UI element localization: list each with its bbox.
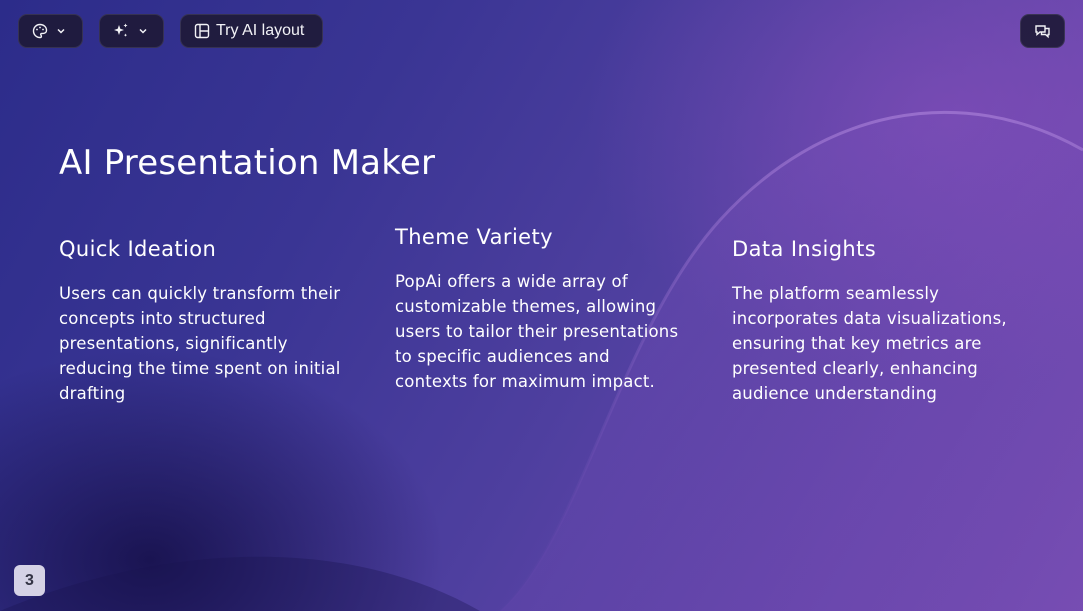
- chat-icon: [1034, 23, 1051, 39]
- ai-magic-button[interactable]: [99, 14, 164, 48]
- feature-heading: Theme Variety: [395, 225, 553, 249]
- try-ai-layout-button[interactable]: Try AI layout: [180, 14, 323, 48]
- comments-button[interactable]: [1020, 14, 1065, 48]
- layout-icon: [194, 23, 210, 39]
- feature-heading: Data Insights: [732, 237, 877, 261]
- try-ai-layout-label: Try AI layout: [216, 22, 305, 39]
- feature-heading: Quick Ideation: [59, 237, 217, 261]
- feature-column-quick-ideation: Quick Ideation Users can quickly transfo…: [59, 237, 359, 406]
- feature-body: The platform seamlessly incorporates dat…: [732, 284, 1007, 403]
- page-number-badge: 3: [14, 565, 45, 596]
- chevron-down-icon: [56, 26, 66, 36]
- feature-column-data-insights: Data Insights The platform seamlessly in…: [732, 237, 1037, 406]
- feature-column-theme-variety: Theme Variety PopAi offers a wide array …: [395, 225, 685, 394]
- slide-canvas: Try AI layout AI Presentation Maker Quic…: [0, 0, 1083, 611]
- theme-button[interactable]: [18, 14, 83, 48]
- feature-body: PopAi offers a wide array of customizabl…: [395, 272, 679, 391]
- sparkles-icon: [112, 22, 130, 40]
- palette-icon: [32, 23, 48, 39]
- chevron-down-icon: [138, 26, 148, 36]
- feature-body: Users can quickly transform their concep…: [59, 284, 341, 403]
- slide-title: AI Presentation Maker: [59, 143, 436, 183]
